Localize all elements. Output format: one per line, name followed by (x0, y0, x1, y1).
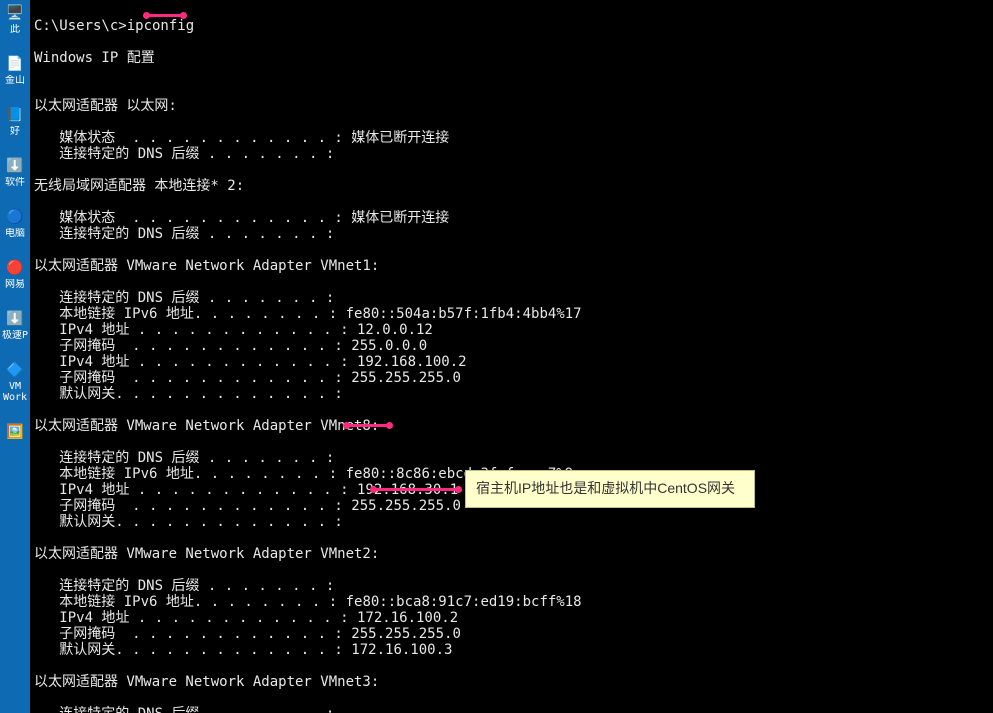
output-value: 255.255.255.0 (343, 498, 461, 514)
output-label: IPv4 地址 . . . . . . . . . . . . : (34, 354, 349, 370)
output-label: 本地链接 IPv6 地址. . . . . . . . : (34, 466, 337, 482)
desktop-icon[interactable]: 📄 金山 (0, 55, 30, 86)
output-value: 255.255.255.0 (343, 370, 461, 386)
app-icon: 🔵 (6, 208, 24, 226)
output-label: IPv4 地址 . . . . . . . . . . . . : (34, 482, 349, 498)
download-icon: ⬇️ (6, 310, 24, 328)
download-icon: ⬇️ (6, 157, 24, 175)
output-label: IPv4 地址 . . . . . . . . . . . . : (34, 610, 349, 626)
desktop-icon[interactable]: 🔷 VM Work (0, 361, 30, 403)
output-label: 默认网关. . . . . . . . . . . . . : (34, 386, 343, 402)
output-label: 连接特定的 DNS 后缀 . . . . . . . : (34, 706, 334, 713)
adapter-title: 以太网适配器 VMware Network Adapter VMnet8: (34, 418, 379, 434)
output-label: 连接特定的 DNS 后缀 . . . . . . . : (34, 226, 334, 242)
output-value: 255.255.255.0 (343, 626, 461, 642)
icon-label: 网易 (1, 279, 29, 290)
desktop-icon[interactable]: 🖥️ 此 (0, 4, 30, 35)
desktop-icon[interactable]: ⬇️ 极速P (0, 310, 30, 341)
output-value: 媒体已断开连接 (343, 130, 449, 146)
output-label: 默认网关. . . . . . . . . . . . . : (34, 642, 343, 658)
icon-label: 此 (1, 24, 29, 35)
icon-label: 软件 (1, 177, 29, 188)
desktop-icon[interactable]: 🔴 网易 (0, 259, 30, 290)
output-label: 连接特定的 DNS 后缀 . . . . . . . : (34, 578, 334, 594)
output-label: 媒体状态 . . . . . . . . . . . . : (34, 130, 343, 146)
icon-label: 金山 (1, 75, 29, 86)
adapter-title: 无线局域网适配器 本地连接* 2: (34, 178, 244, 194)
highlight-underline-icon (145, 14, 185, 17)
app-icon: 🔴 (6, 259, 24, 277)
output-value: 媒体已断开连接 (343, 210, 449, 226)
prompt-path: C:\Users\c> (34, 18, 127, 34)
adapter-title: 以太网适配器 VMware Network Adapter VMnet2: (34, 546, 379, 562)
output-label: 默认网关. . . . . . . . . . . . . : (34, 514, 343, 530)
vmware-icon: 🔷 (6, 361, 24, 379)
output-value: 172.16.100.2 (349, 610, 459, 626)
output-label: 子网掩码 . . . . . . . . . . . . : (34, 338, 343, 354)
icon-label: 电脑 (1, 228, 29, 239)
output-label: 连接特定的 DNS 后缀 . . . . . . . : (34, 450, 334, 466)
output-value: 192.168.100.2 (349, 354, 467, 370)
adapter-title: 以太网适配器 VMware Network Adapter VMnet1: (34, 258, 379, 274)
output-value: 172.16.100.3 (343, 642, 453, 658)
output-value: fe80::504a:b57f:1fb4:4bb4%17 (337, 306, 581, 322)
desktop-icon[interactable]: 🔵 电脑 (0, 208, 30, 239)
icon-label: 极速P (1, 330, 29, 341)
desktop-icon[interactable]: 📘好 (0, 106, 30, 137)
annotation-note: 宿主机IP地址也是和虚拟机中CentOS网关 (465, 470, 755, 508)
output-label: 子网掩码 . . . . . . . . . . . . : (34, 626, 343, 642)
output-label: 媒体状态 . . . . . . . . . . . . : (34, 210, 343, 226)
icon-label: 好 (1, 126, 29, 137)
desktop-icon[interactable]: ⬇️ 软件 (0, 157, 30, 188)
icon-label: VM Work (1, 381, 29, 403)
desktop-icons-column: 🖥️此 📄金山 📘好 ⬇️软件 🔵电脑 🔴网易 ⬇️极速P 🔷VM Work 🖼… (0, 0, 30, 713)
command-text: ipconfig (127, 18, 194, 34)
highlight-underline-icon (372, 488, 460, 491)
output-value: 255.0.0.0 (343, 338, 427, 354)
output-label: 本地链接 IPv6 地址. . . . . . . . : (34, 306, 337, 322)
output-label: 子网掩码 . . . . . . . . . . . . : (34, 498, 343, 514)
desktop-icon[interactable]: 🖼️ (0, 423, 30, 443)
output-label: 连接特定的 DNS 后缀 . . . . . . . : (34, 290, 334, 306)
computer-icon: 🖥️ (6, 4, 24, 22)
output-label: IPv4 地址 . . . . . . . . . . . . : (34, 322, 349, 338)
app-icon: 📘 (6, 106, 24, 124)
output-header: Windows IP 配置 (34, 50, 155, 66)
output-label: 本地链接 IPv6 地址. . . . . . . . : (34, 594, 337, 610)
output-label: 连接特定的 DNS 后缀 . . . . . . . : (34, 146, 334, 162)
output-value: fe80::bca8:91c7:ed19:bcff%18 (337, 594, 581, 610)
adapter-title: 以太网适配器 VMware Network Adapter VMnet3: (34, 674, 379, 690)
output-label: 子网掩码 . . . . . . . . . . . . : (34, 370, 343, 386)
output-value: 12.0.0.12 (349, 322, 433, 338)
annotation-text: 宿主机IP地址也是和虚拟机中CentOS网关 (476, 480, 735, 496)
adapter-title: 以太网适配器 以太网: (34, 98, 177, 114)
highlight-underline-icon (345, 424, 391, 427)
image-icon: 🖼️ (6, 423, 24, 441)
doc-icon: 📄 (6, 55, 24, 73)
command-prompt-window[interactable]: C:\Users\c>ipconfig Windows IP 配置 以太网适配器… (30, 0, 993, 713)
